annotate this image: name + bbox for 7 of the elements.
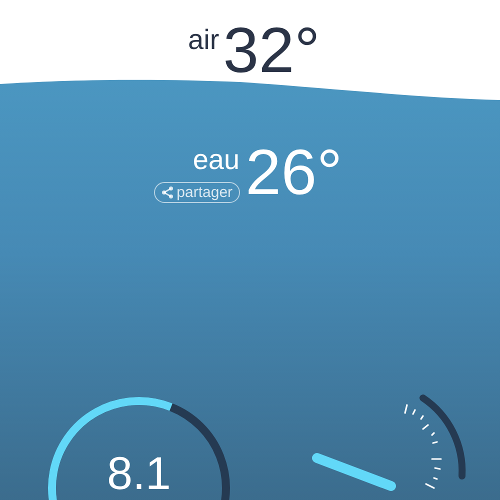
water-label: eau <box>192 146 240 174</box>
air-label: air <box>188 26 220 54</box>
share-button[interactable]: partager <box>154 182 240 203</box>
air-temperature: 32° <box>223 18 320 82</box>
water-temperature: 26° <box>246 140 342 204</box>
share-icon <box>160 186 174 199</box>
gauge-value: 8.1 <box>107 450 171 496</box>
